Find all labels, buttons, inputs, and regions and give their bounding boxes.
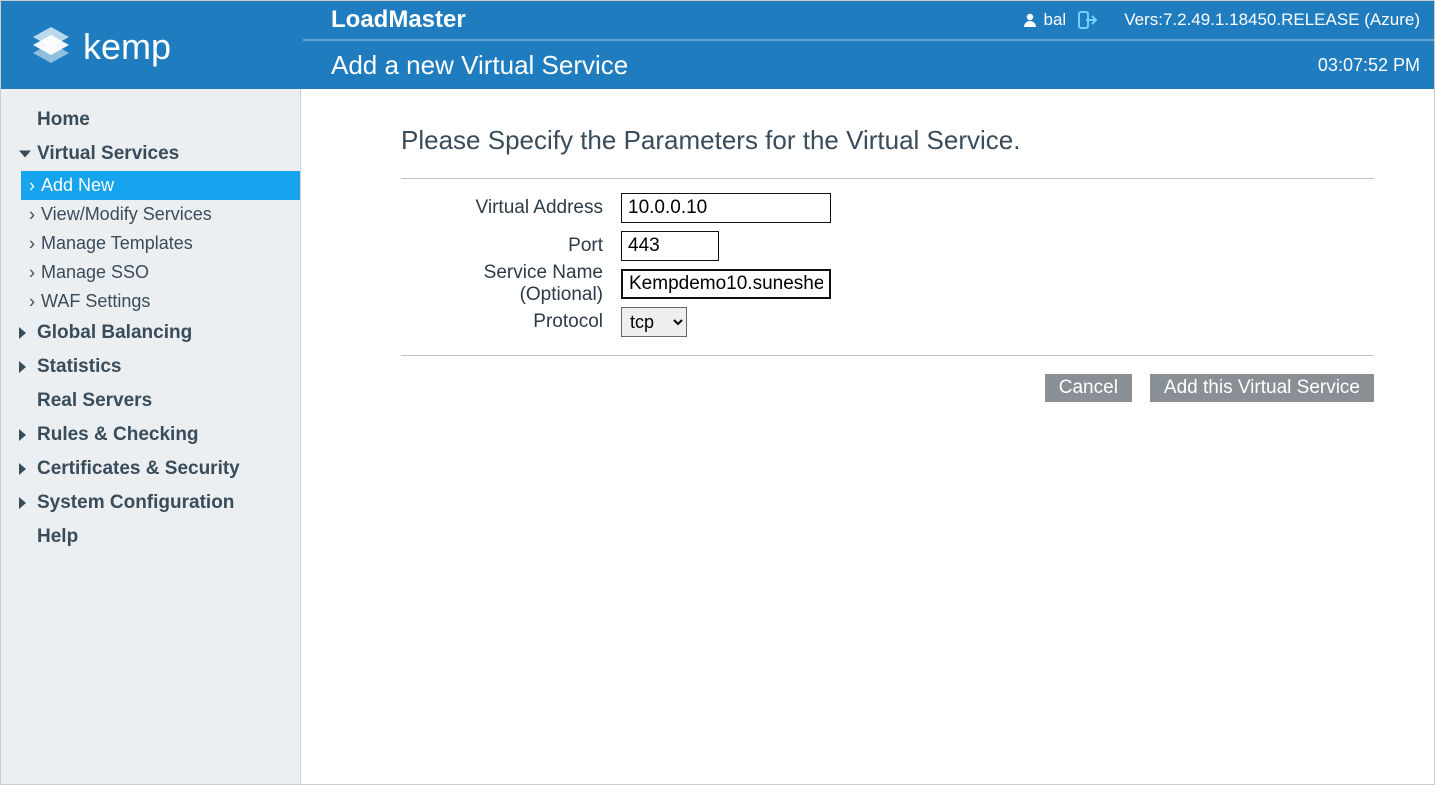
- header-bottom: Add a new Virtual Service 03:07:52 PM: [303, 41, 1434, 89]
- header-bar: kemp LoadMaster bal Vers:7.2.49.1.18450.…: [1, 1, 1434, 89]
- port-input[interactable]: [621, 231, 719, 261]
- sidebar-item-virtual-services[interactable]: Virtual Services: [1, 137, 300, 171]
- product-name: LoadMaster: [331, 6, 466, 34]
- label-virtual-address: Virtual Address: [401, 197, 621, 219]
- header-status: bal Vers:7.2.49.1.18450.RELEASE (Azure): [1022, 10, 1420, 30]
- logout-icon[interactable]: [1078, 11, 1098, 29]
- protocol-select[interactable]: tcp: [621, 307, 687, 337]
- sidebar-item-system-configuration[interactable]: System Configuration: [1, 486, 300, 520]
- sidebar: Home Virtual Services Add New View/Modif…: [1, 89, 301, 784]
- cancel-button[interactable]: Cancel: [1045, 374, 1132, 402]
- version-label: Vers:7.2.49.1.18450.RELEASE (Azure): [1124, 10, 1420, 30]
- row-port: Port: [401, 227, 1374, 265]
- row-protocol: Protocol tcp: [401, 303, 1374, 341]
- sidebar-item-rules-checking[interactable]: Rules & Checking: [1, 418, 300, 452]
- sidebar-item-real-servers[interactable]: Real Servers: [1, 384, 300, 418]
- label-service-name: Service Name (Optional): [401, 262, 621, 306]
- username: bal: [1044, 10, 1067, 30]
- sidebar-subitem-manage-templates[interactable]: Manage Templates: [1, 229, 300, 258]
- header-right: LoadMaster bal Vers:7.2.49.1.18450.RELEA…: [301, 1, 1434, 89]
- sidebar-subitem-add-new[interactable]: Add New: [21, 171, 300, 200]
- sidebar-item-global-balancing[interactable]: Global Balancing: [1, 316, 300, 350]
- label-protocol: Protocol: [401, 311, 621, 333]
- svg-text:kemp: kemp: [83, 26, 171, 67]
- page-title: Add a new Virtual Service: [331, 50, 628, 81]
- label-port: Port: [401, 235, 621, 257]
- sidebar-item-statistics[interactable]: Statistics: [1, 350, 300, 384]
- sidebar-item-home[interactable]: Home: [1, 103, 300, 137]
- sidebar-subitem-manage-sso[interactable]: Manage SSO: [1, 258, 300, 287]
- logo-area: kemp: [1, 1, 301, 89]
- user-area[interactable]: bal: [1022, 10, 1067, 30]
- sidebar-subitem-waf-settings[interactable]: WAF Settings: [1, 287, 300, 316]
- sidebar-subitem-view-modify[interactable]: View/Modify Services: [1, 200, 300, 229]
- add-virtual-service-button[interactable]: Add this Virtual Service: [1150, 374, 1374, 402]
- kemp-logo-icon: kemp: [21, 17, 221, 73]
- virtual-address-input[interactable]: [621, 193, 831, 223]
- button-row: Cancel Add this Virtual Service: [401, 355, 1374, 402]
- row-virtual-address: Virtual Address: [401, 189, 1374, 227]
- sidebar-item-help[interactable]: Help: [1, 520, 300, 554]
- form-heading: Please Specify the Parameters for the Vi…: [401, 125, 1374, 179]
- main: Home Virtual Services Add New View/Modif…: [1, 89, 1434, 784]
- clock: 03:07:52 PM: [1318, 55, 1420, 76]
- user-icon: [1022, 12, 1038, 28]
- content: Please Specify the Parameters for the Vi…: [301, 89, 1434, 784]
- header-top: LoadMaster bal Vers:7.2.49.1.18450.RELEA…: [303, 1, 1434, 41]
- row-service-name: Service Name (Optional): [401, 265, 1374, 303]
- sidebar-item-certificates-security[interactable]: Certificates & Security: [1, 452, 300, 486]
- service-name-input[interactable]: [621, 269, 831, 299]
